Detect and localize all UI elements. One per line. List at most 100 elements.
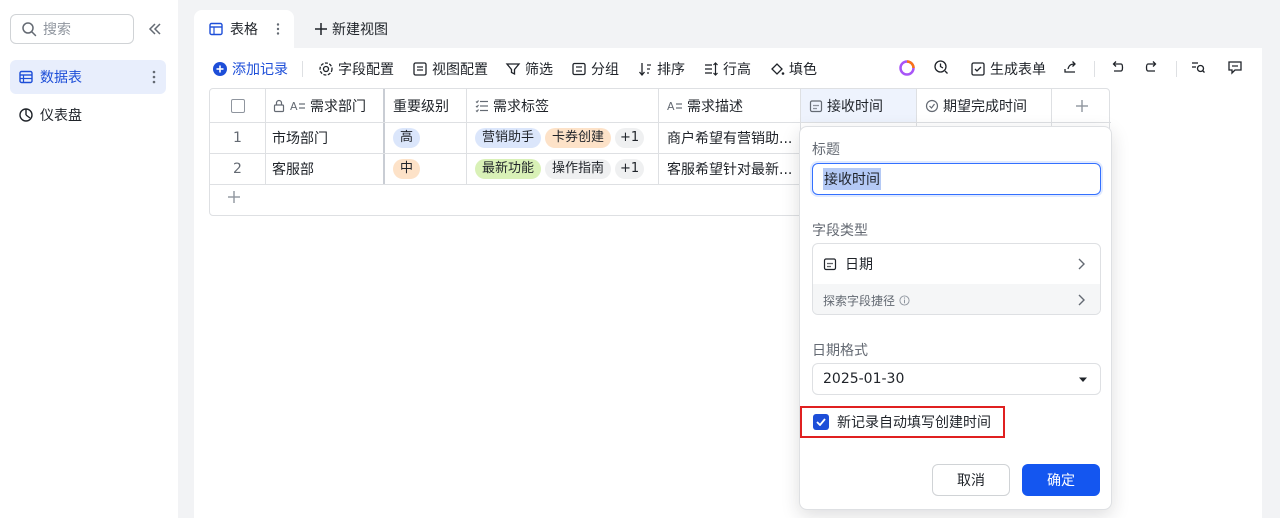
row-index: 1 bbox=[210, 123, 266, 153]
paint-bucket-icon bbox=[769, 61, 785, 77]
sidebar-item-dashboard[interactable]: 仪表盘 bbox=[10, 98, 166, 132]
field-config-panel: 标题 接收时间 字段类型 日期 探索字段捷径 日期格式 2025-01-30 新… bbox=[799, 126, 1112, 510]
column-header-expected[interactable]: 期望完成时间 bbox=[917, 89, 1052, 122]
field-type-option[interactable]: 日期 bbox=[813, 244, 1100, 284]
search-records-icon[interactable] bbox=[1190, 59, 1206, 75]
date-format-label: 日期格式 bbox=[812, 343, 868, 359]
tags-cell[interactable]: 最新功能 操作指南 +1 bbox=[467, 154, 659, 184]
collapse-sidebar-icon[interactable] bbox=[147, 21, 163, 37]
column-header-label: 接收时间 bbox=[827, 98, 883, 115]
share-icon[interactable] bbox=[1062, 59, 1078, 75]
tab-grid-view[interactable]: 表格 bbox=[194, 10, 294, 48]
column-header-level[interactable]: 重要级别 bbox=[385, 89, 467, 122]
column-header-label: 需求描述 bbox=[687, 98, 743, 115]
title-field-label: 标题 bbox=[812, 142, 840, 158]
search-placeholder: 搜索 bbox=[43, 22, 71, 38]
explore-shortcut-row[interactable]: 探索字段捷径 bbox=[813, 284, 1100, 314]
tab-more-icon[interactable] bbox=[276, 22, 280, 36]
column-header-tags[interactable]: 需求标签 bbox=[467, 89, 659, 122]
auto-fill-checkbox[interactable] bbox=[813, 414, 829, 430]
dept-cell[interactable]: 市场部门 bbox=[266, 123, 385, 153]
toolbar-divider bbox=[1176, 61, 1177, 77]
search-icon bbox=[21, 21, 37, 37]
table-header-row: A 需求部门 重要级别 需求标签 A 需求描述 接收时间 期望完成时间 bbox=[210, 89, 1111, 123]
more-options-icon[interactable] bbox=[152, 69, 156, 85]
dashboard-icon bbox=[18, 107, 34, 123]
sidebar: 搜索 数据表 仪表盘 bbox=[0, 0, 178, 518]
column-header-dept[interactable]: A 需求部门 bbox=[266, 89, 385, 122]
ai-assistant-icon[interactable] bbox=[898, 59, 916, 77]
tags-cell[interactable]: 营销助手 卡券创建 +1 bbox=[467, 123, 659, 153]
column-header-received[interactable]: 接收时间 bbox=[801, 89, 917, 122]
form-checkbox-icon bbox=[970, 61, 986, 77]
row-height-button[interactable]: 行高 bbox=[703, 59, 751, 79]
fill-color-label: 填色 bbox=[789, 62, 817, 78]
desc-cell[interactable]: 客服希望针对最新... bbox=[659, 154, 801, 184]
comment-icon[interactable] bbox=[1227, 59, 1243, 75]
explore-shortcut-label: 探索字段捷径 bbox=[823, 293, 896, 308]
view-config-label: 视图配置 bbox=[432, 62, 488, 78]
level-cell[interactable]: 高 bbox=[385, 123, 467, 153]
search-input[interactable]: 搜索 bbox=[10, 14, 134, 44]
sidebar-item-label: 仪表盘 bbox=[40, 108, 82, 124]
view-config-icon bbox=[412, 61, 428, 77]
date-format-select[interactable]: 2025-01-30 bbox=[812, 363, 1101, 395]
table-icon bbox=[18, 69, 34, 85]
add-circle-icon bbox=[212, 61, 228, 77]
generate-form-label: 生成表单 bbox=[990, 62, 1046, 78]
automation-icon[interactable] bbox=[933, 59, 949, 75]
add-record-button[interactable]: 添加记录 bbox=[212, 59, 288, 79]
add-row-icon[interactable] bbox=[226, 189, 242, 205]
undo-icon[interactable] bbox=[1109, 59, 1125, 75]
desc-cell[interactable]: 商户希望有营销助... bbox=[659, 123, 801, 153]
more-tags-count: +1 bbox=[615, 159, 645, 179]
field-title-value: 接收时间 bbox=[823, 168, 881, 190]
level-cell[interactable]: 中 bbox=[385, 154, 467, 184]
group-label: 分组 bbox=[591, 62, 619, 78]
level-tag: 中 bbox=[393, 159, 421, 179]
sort-button[interactable]: 排序 bbox=[637, 59, 685, 79]
field-type-value: 日期 bbox=[845, 257, 873, 273]
generate-form-button[interactable]: 生成表单 bbox=[970, 59, 1046, 79]
auto-fill-label: 新记录自动填写创建时间 bbox=[837, 415, 991, 431]
lock-icon bbox=[272, 99, 286, 113]
column-header-label: 需求标签 bbox=[493, 98, 549, 115]
filter-icon bbox=[505, 61, 521, 77]
dept-cell[interactable]: 客服部 bbox=[266, 154, 385, 184]
sort-icon bbox=[637, 61, 653, 77]
tag-chip: 操作指南 bbox=[545, 159, 612, 179]
toolbar: 添加记录 字段配置 视图配置 筛选 分组 排序 行高 填色 生成表单 bbox=[194, 48, 1262, 88]
sort-label: 排序 bbox=[657, 62, 685, 78]
cancel-button[interactable]: 取消 bbox=[932, 464, 1010, 496]
field-title-input[interactable]: 接收时间 bbox=[812, 163, 1101, 195]
multi-select-icon bbox=[475, 99, 489, 113]
add-column-button[interactable] bbox=[1052, 89, 1111, 122]
toolbar-divider bbox=[302, 61, 303, 77]
column-header-desc[interactable]: A 需求描述 bbox=[659, 89, 801, 122]
grid-view-icon bbox=[208, 21, 224, 37]
field-config-label: 字段配置 bbox=[338, 62, 394, 78]
gear-icon bbox=[318, 61, 334, 77]
view-tabbar: 表格 新建视图 bbox=[194, 10, 1262, 48]
tab-label: 表格 bbox=[230, 22, 258, 38]
text-field-icon: A bbox=[667, 99, 683, 113]
confirm-button[interactable]: 确定 bbox=[1022, 464, 1100, 496]
field-config-button[interactable]: 字段配置 bbox=[318, 59, 394, 79]
redo-icon[interactable] bbox=[1144, 59, 1160, 75]
plus-icon bbox=[1075, 99, 1089, 113]
field-type-selector: 日期 探索字段捷径 bbox=[812, 243, 1101, 315]
tag-chip: 卡券创建 bbox=[545, 128, 612, 148]
view-config-button[interactable]: 视图配置 bbox=[412, 59, 488, 79]
group-button[interactable]: 分组 bbox=[571, 59, 619, 79]
sidebar-item-datatable[interactable]: 数据表 bbox=[10, 60, 166, 94]
row-index: 2 bbox=[210, 154, 266, 184]
select-all-cell[interactable] bbox=[210, 89, 266, 122]
chevron-right-icon bbox=[1074, 293, 1088, 307]
fill-color-button[interactable]: 填色 bbox=[769, 59, 817, 79]
new-view-button[interactable]: 新建视图 bbox=[314, 19, 388, 39]
select-all-checkbox[interactable] bbox=[230, 98, 245, 113]
filter-button[interactable]: 筛选 bbox=[505, 59, 553, 79]
row-height-icon bbox=[703, 61, 719, 77]
auto-fill-created-time-option[interactable]: 新记录自动填写创建时间 bbox=[800, 406, 1005, 438]
new-view-label: 新建视图 bbox=[332, 22, 388, 38]
